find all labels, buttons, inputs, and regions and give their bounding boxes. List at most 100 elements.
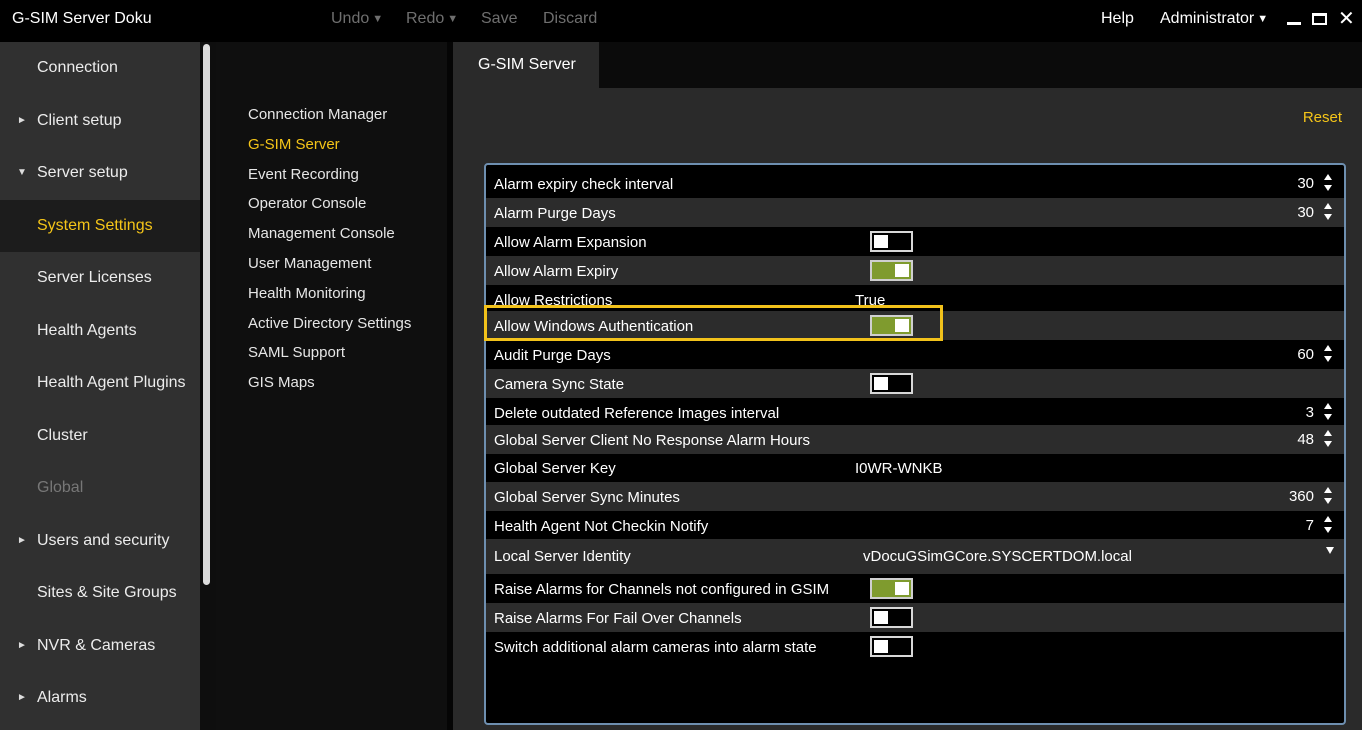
setting-label: Alarm Purge Days	[494, 205, 616, 222]
spin-up-icon[interactable]	[1324, 430, 1332, 436]
spin-down-icon[interactable]	[1324, 527, 1332, 533]
number-input[interactable]: 48	[1297, 431, 1314, 448]
nav-item-health-agents[interactable]: Health Agents	[0, 305, 200, 357]
caret-right-icon[interactable]: ►	[17, 535, 27, 546]
setting-label: Switch additional alarm cameras into ala…	[494, 639, 817, 656]
user-menu[interactable]: Administrator ▼	[1160, 10, 1268, 28]
nav-item-connection[interactable]: Connection	[0, 42, 200, 94]
nav-item-client-setup[interactable]: ► Client setup	[0, 95, 200, 147]
minimize-button[interactable]	[1285, 8, 1303, 30]
toggle-switch[interactable]	[870, 607, 913, 628]
left-nav: Connection ► Client setup ▼ Server setup Syst…	[0, 42, 200, 730]
nav-item-label: Server setup	[37, 164, 128, 181]
dropdown-value[interactable]: vDocuGSimGCore.SYSCERTDOM.local	[863, 548, 1132, 565]
number-input[interactable]: 360	[1289, 488, 1314, 505]
spin-up-icon[interactable]	[1324, 174, 1332, 180]
number-input[interactable]: 7	[1306, 517, 1314, 534]
number-input[interactable]: 60	[1297, 346, 1314, 363]
subnav-item-event-recording[interactable]: Event Recording	[248, 166, 359, 183]
subnav-item-g-sim-server[interactable]: G-SIM Server	[248, 136, 340, 153]
nav-item-cluster[interactable]: Cluster	[0, 410, 200, 462]
spinner-control[interactable]	[1324, 485, 1334, 507]
number-input[interactable]: 3	[1306, 404, 1314, 421]
subnav-item-saml-support[interactable]: SAML Support	[248, 344, 345, 361]
toggle-knob	[874, 640, 888, 653]
left-nav-scrollbar-thumb[interactable]	[203, 44, 210, 585]
toggle-knob	[874, 377, 888, 390]
tab-bar: G-SIM Server	[453, 42, 1362, 88]
toggle-switch[interactable]	[870, 578, 913, 599]
maximize-button[interactable]	[1311, 8, 1329, 30]
subnav-item-management-console[interactable]: Management Console	[248, 225, 395, 242]
undo-button[interactable]: Undo ▼	[331, 10, 383, 28]
spinner-control[interactable]	[1324, 428, 1334, 450]
setting-label: Allow Alarm Expiry	[494, 263, 619, 280]
spin-down-icon[interactable]	[1324, 414, 1332, 420]
save-button[interactable]: Save	[481, 10, 517, 28]
redo-button[interactable]: Redo ▼	[406, 10, 458, 28]
settings-grid: Alarm expiry check interval 30 Alarm Purge…	[484, 163, 1346, 725]
setting-label: Alarm expiry check interval	[494, 176, 674, 193]
spin-down-icon[interactable]	[1324, 214, 1332, 220]
spin-down-icon[interactable]	[1324, 185, 1332, 191]
nav-item-label: Health Agents	[37, 321, 137, 339]
spinner-control[interactable]	[1324, 401, 1334, 423]
nav-item-label: Alarms	[37, 689, 87, 706]
setting-value[interactable]: I0WR-WNKB	[855, 460, 943, 477]
subnav-item-active-directory-settings[interactable]: Active Directory Settings	[248, 315, 411, 332]
spin-up-icon[interactable]	[1324, 345, 1332, 351]
subnav-item-connection-manager[interactable]: Connection Manager	[248, 106, 387, 123]
caret-down-icon[interactable]: ▼	[17, 167, 27, 178]
spin-up-icon[interactable]	[1324, 403, 1332, 409]
setting-row-alarm-expiry-check-interval: Alarm expiry check interval 30	[486, 169, 1344, 198]
spin-up-icon[interactable]	[1324, 516, 1332, 522]
nav-item-server-licenses[interactable]: Server Licenses	[0, 252, 200, 304]
toggle-switch[interactable]	[870, 373, 913, 394]
nav-item-label: Client setup	[37, 111, 122, 129]
nav-item-users-and-security[interactable]: ► Users and security	[0, 515, 200, 567]
nav-item-system-settings[interactable]: System Settings	[0, 199, 200, 252]
setting-row-global-server-sync-minutes: Global Server Sync Minutes 360	[486, 482, 1344, 511]
highlight-box	[484, 305, 943, 341]
nav-item-server-setup[interactable]: ▼ Server setup	[0, 147, 200, 199]
setting-label: Health Agent Not Checkin Notify	[494, 518, 709, 535]
chevron-down-icon: ▼	[372, 13, 384, 25]
tab-gsim-server[interactable]: G-SIM Server	[453, 42, 599, 88]
caret-right-icon[interactable]: ►	[17, 692, 27, 703]
spinner-control[interactable]	[1324, 172, 1334, 194]
number-input[interactable]: 30	[1297, 175, 1314, 192]
nav-item-label: Server Licenses	[37, 269, 152, 286]
spin-down-icon[interactable]	[1324, 356, 1332, 362]
tab-label: G-SIM Server	[478, 56, 576, 73]
nav-item-label: Sites & Site Groups	[37, 584, 177, 601]
nav-item-label: NVR & Cameras	[37, 636, 156, 654]
chevron-down-icon[interactable]	[1326, 547, 1334, 554]
minimize-icon	[1287, 22, 1301, 25]
toggle-switch[interactable]	[870, 231, 913, 252]
spin-up-icon[interactable]	[1324, 203, 1332, 209]
nav-item-alarms[interactable]: ► Alarms	[0, 672, 200, 724]
subnav-item-operator-console[interactable]: Operator Console	[248, 195, 366, 212]
spinner-control[interactable]	[1324, 201, 1334, 223]
help-button[interactable]: Help	[1101, 10, 1134, 28]
caret-right-icon[interactable]: ►	[17, 640, 27, 651]
discard-button[interactable]: Discard	[543, 10, 597, 28]
nav-item-label: System Settings	[37, 216, 153, 234]
nav-item-health-agent-plugins[interactable]: Health Agent Plugins	[0, 357, 200, 409]
caret-right-icon[interactable]: ►	[17, 115, 27, 126]
subnav-item-user-management[interactable]: User Management	[248, 255, 371, 272]
subnav-item-health-monitoring[interactable]: Health Monitoring	[248, 285, 366, 302]
reset-button[interactable]: Reset	[1303, 109, 1342, 126]
subnav-item-gis-maps[interactable]: GIS Maps	[248, 374, 315, 391]
close-button[interactable]: ✕	[1338, 8, 1356, 30]
toggle-switch[interactable]	[870, 260, 913, 281]
spin-up-icon[interactable]	[1324, 487, 1332, 493]
number-input[interactable]: 30	[1297, 204, 1314, 221]
spinner-control[interactable]	[1324, 343, 1334, 365]
spin-down-icon[interactable]	[1324, 498, 1332, 504]
spin-down-icon[interactable]	[1324, 441, 1332, 447]
spinner-control[interactable]	[1324, 514, 1334, 536]
nav-item-nvr-cameras[interactable]: ► NVR & Cameras	[0, 620, 200, 672]
nav-item-sites-site-groups[interactable]: Sites & Site Groups	[0, 567, 200, 619]
toggle-switch[interactable]	[870, 636, 913, 657]
